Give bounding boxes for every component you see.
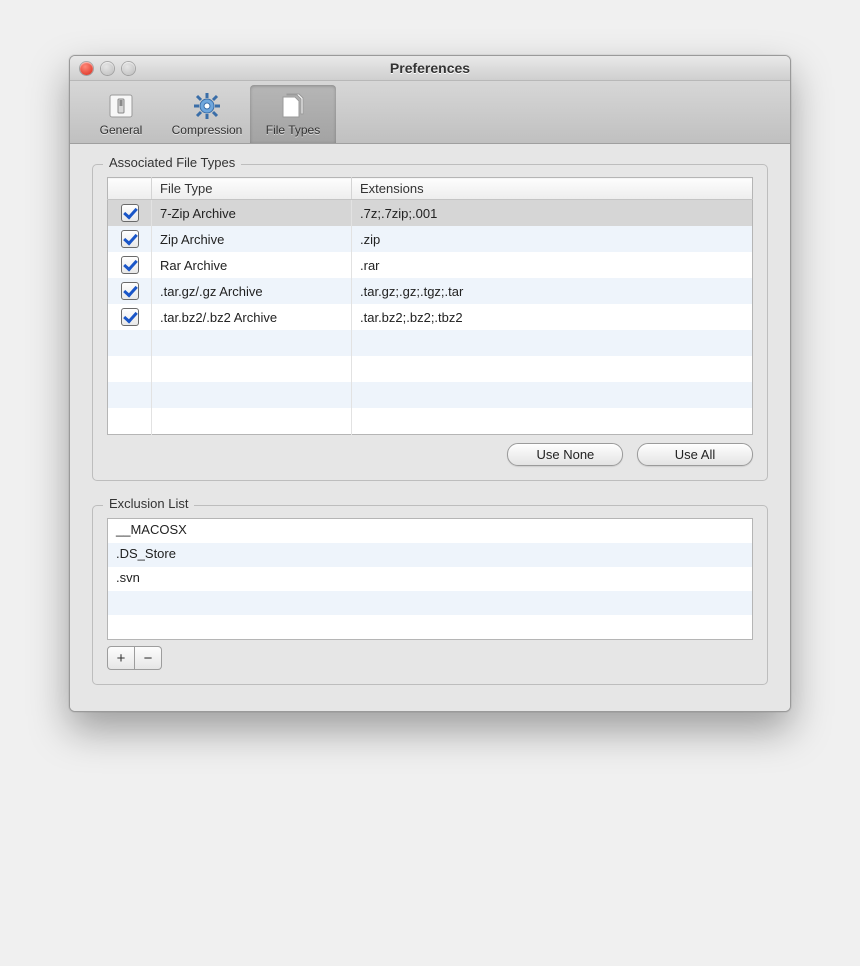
toolbar-item-general[interactable]: General	[78, 85, 164, 143]
preferences-window: Preferences General	[69, 55, 791, 712]
col-header-ext[interactable]: Extensions	[352, 178, 753, 200]
associated-file-types-group: Associated File Types File Type Extensio…	[92, 164, 768, 481]
table-row[interactable]: .tar.bz2/.bz2 Archive.tar.bz2;.bz2;.tbz2	[108, 304, 753, 330]
col-header-check[interactable]	[108, 178, 152, 200]
table-row-empty	[108, 408, 753, 435]
window-title: Preferences	[70, 60, 790, 76]
use-none-button[interactable]: Use None	[507, 443, 623, 466]
table-header-row: File Type Extensions	[108, 178, 753, 200]
list-item-empty	[108, 615, 752, 639]
file-types-table: File Type Extensions 7-Zip Archive.7z;.7…	[107, 177, 753, 435]
titlebar: Preferences	[70, 56, 790, 81]
checkbox-icon[interactable]	[121, 204, 139, 222]
list-buttons: + −	[107, 646, 753, 670]
gear-icon	[164, 89, 250, 123]
file-type-cell: 7-Zip Archive	[152, 200, 352, 227]
extensions-cell: .tar.bz2;.bz2;.tbz2	[352, 304, 753, 330]
list-item[interactable]: __MACOSX	[108, 519, 752, 543]
table-row-empty	[108, 330, 753, 356]
extensions-cell: .zip	[352, 226, 753, 252]
content-area: Associated File Types File Type Extensio…	[70, 144, 790, 711]
file-type-cell: .tar.bz2/.bz2 Archive	[152, 304, 352, 330]
toolbar-item-label: File Types	[250, 123, 336, 137]
toolbar-item-label: General	[78, 123, 164, 137]
checkbox-cell[interactable]	[108, 304, 152, 330]
documents-icon	[250, 89, 336, 123]
checkbox-icon[interactable]	[121, 282, 139, 300]
list-item[interactable]: .DS_Store	[108, 543, 752, 567]
checkbox-cell[interactable]	[108, 252, 152, 278]
checkbox-cell[interactable]	[108, 226, 152, 252]
table-row-empty	[108, 382, 753, 408]
table-row[interactable]: Rar Archive.rar	[108, 252, 753, 278]
button-row: Use None Use All	[107, 443, 753, 466]
list-item[interactable]: .svn	[108, 567, 752, 591]
toolbar-item-compression[interactable]: Compression	[164, 85, 250, 143]
exclusion-list-group: Exclusion List __MACOSX.DS_Store.svn + −	[92, 505, 768, 685]
table-row[interactable]: 7-Zip Archive.7z;.7zip;.001	[108, 200, 753, 227]
table-row[interactable]: Zip Archive.zip	[108, 226, 753, 252]
file-type-cell: Zip Archive	[152, 226, 352, 252]
extensions-cell: .7z;.7zip;.001	[352, 200, 753, 227]
file-type-cell: Rar Archive	[152, 252, 352, 278]
extensions-cell: .rar	[352, 252, 753, 278]
use-all-button[interactable]: Use All	[637, 443, 753, 466]
table-row[interactable]: .tar.gz/.gz Archive.tar.gz;.gz;.tgz;.tar	[108, 278, 753, 304]
switch-icon	[78, 89, 164, 123]
add-button[interactable]: +	[107, 646, 135, 670]
toolbar: General	[70, 81, 790, 144]
extensions-cell: .tar.gz;.gz;.tgz;.tar	[352, 278, 753, 304]
checkbox-icon[interactable]	[121, 230, 139, 248]
list-item-empty	[108, 591, 752, 615]
exclusion-list[interactable]: __MACOSX.DS_Store.svn	[107, 518, 753, 640]
group-legend: Associated File Types	[103, 155, 241, 170]
checkbox-cell[interactable]	[108, 278, 152, 304]
toolbar-item-label: Compression	[164, 123, 250, 137]
col-header-type[interactable]: File Type	[152, 178, 352, 200]
checkbox-icon[interactable]	[121, 308, 139, 326]
toolbar-item-filetypes[interactable]: File Types	[250, 85, 336, 143]
checkbox-cell[interactable]	[108, 200, 152, 227]
remove-button[interactable]: −	[135, 646, 162, 670]
file-type-cell: .tar.gz/.gz Archive	[152, 278, 352, 304]
table-row-empty	[108, 356, 753, 382]
checkbox-icon[interactable]	[121, 256, 139, 274]
group-legend: Exclusion List	[103, 496, 194, 511]
